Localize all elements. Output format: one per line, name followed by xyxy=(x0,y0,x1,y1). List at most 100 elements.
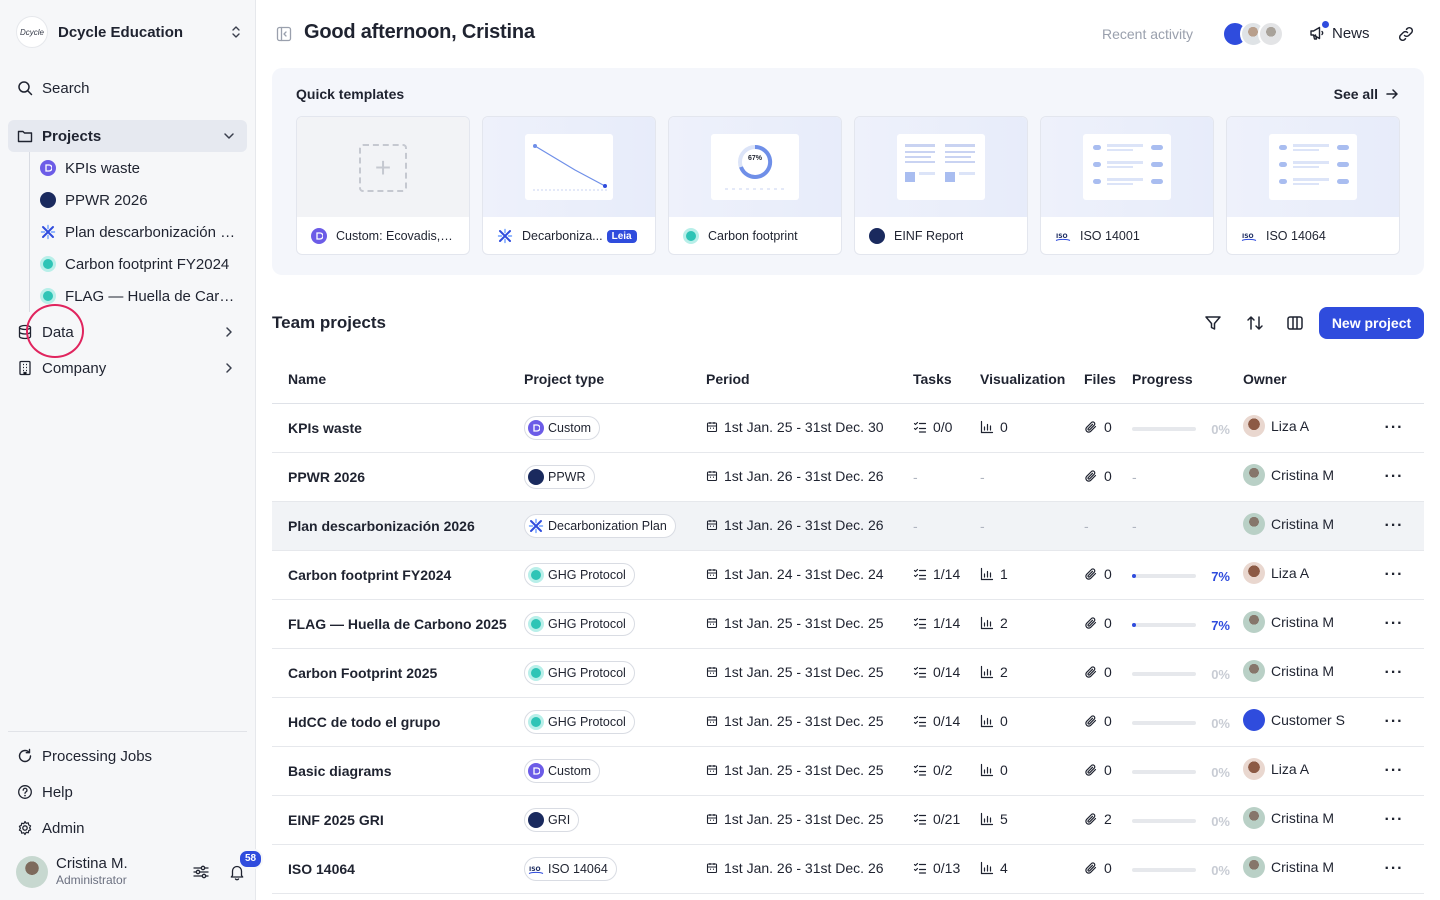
column-header-visualization[interactable]: Visualization xyxy=(980,356,1084,404)
sidebar-project-item[interactable]: FLAG — Huella de Carbono 2025 xyxy=(30,280,249,312)
project-name[interactable]: HdCC de todo el grupo xyxy=(272,697,524,747)
more-options-icon[interactable]: ··· xyxy=(1385,517,1404,534)
template-card[interactable]: ISO ISO 14064 xyxy=(1226,116,1400,255)
more-options-icon[interactable]: ··· xyxy=(1385,860,1404,877)
sidebar-item-data[interactable]: Data xyxy=(8,316,247,348)
column-header-project-type[interactable]: Project type xyxy=(524,356,706,404)
paperclip-icon xyxy=(1085,763,1097,776)
more-options-icon[interactable]: ··· xyxy=(1385,419,1404,436)
owner-cell: Liza A xyxy=(1243,403,1364,453)
progress-bar: 0% xyxy=(1132,863,1230,878)
donut-preview-label: 67% xyxy=(747,155,762,162)
template-card[interactable]: + Custom: Ecovadis, ... xyxy=(296,116,470,255)
project-name[interactable]: Plan descarbonización 2026 xyxy=(272,501,524,551)
column-header-tasks[interactable]: Tasks xyxy=(913,356,980,404)
sidebar-item-projects[interactable]: Projects xyxy=(8,120,247,152)
table-row[interactable]: Basic diagrams Custom 1st Jan. 25 - 31st D… xyxy=(272,746,1424,796)
more-options-icon[interactable]: ··· xyxy=(1385,762,1404,779)
project-type-cell: GRI xyxy=(524,795,706,845)
more-options-icon[interactable]: ··· xyxy=(1385,566,1404,583)
recent-activity-link[interactable]: Recent activity xyxy=(1102,26,1193,42)
more-options-icon[interactable]: ··· xyxy=(1385,468,1404,485)
checklist-preview xyxy=(1083,134,1171,200)
notifications-button[interactable]: 58 xyxy=(226,849,264,883)
collaborator-avatars[interactable] xyxy=(1222,21,1284,47)
sidebar-item-search[interactable]: Search xyxy=(8,72,247,104)
avatar xyxy=(1243,415,1265,437)
chevron-down-icon[interactable] xyxy=(221,128,237,144)
leia-tag: Leia xyxy=(606,229,637,243)
project-name[interactable]: ISO 14064 xyxy=(272,844,524,894)
checklist-icon xyxy=(913,617,927,629)
table-row[interactable]: Carbon footprint FY2024 GHG Protocol 1st J… xyxy=(272,550,1424,600)
template-card[interactable]: ISO ISO 14001 xyxy=(1040,116,1214,255)
sidebar-item-admin[interactable]: Admin xyxy=(8,812,247,844)
table-row[interactable]: ISO 14064 ISO ISO 14064 1st Jan. 26 - 31st … xyxy=(272,844,1424,894)
news-button[interactable]: News xyxy=(1308,21,1370,42)
iso-icon: ISO xyxy=(528,861,544,877)
chevron-right-icon[interactable] xyxy=(221,324,237,340)
project-type-cell: GHG Protocol xyxy=(524,648,706,698)
project-name[interactable]: EINF 2025 GRI xyxy=(272,795,524,845)
table-row[interactable]: EINF 2025 GRI GRI 1st Jan. 25 - 31st Dec. … xyxy=(272,795,1424,845)
column-header-files[interactable]: Files xyxy=(1084,356,1132,404)
more-options-icon[interactable]: ··· xyxy=(1385,664,1404,681)
project-name[interactable]: KPIs waste xyxy=(272,403,524,453)
sidebar-item-processing-jobs[interactable]: Processing Jobs xyxy=(8,740,247,772)
sidebar-project-item[interactable]: Carbon footprint FY2024 xyxy=(30,248,249,280)
more-options-icon[interactable]: ··· xyxy=(1385,811,1404,828)
columns-icon[interactable] xyxy=(1285,313,1305,333)
filter-icon[interactable] xyxy=(1203,313,1223,333)
tasks-cell: 0/2 xyxy=(913,746,980,796)
sort-icon[interactable] xyxy=(1245,313,1265,333)
iso-icon: ISO xyxy=(1055,228,1071,244)
template-card[interactable]: 67% Carbon footprint xyxy=(668,116,842,255)
sidebar-item-label: Help xyxy=(42,783,73,801)
link-icon[interactable] xyxy=(1397,25,1415,43)
avatar xyxy=(16,856,48,888)
paperclip-icon xyxy=(1085,469,1097,482)
more-options-icon[interactable]: ··· xyxy=(1385,713,1404,730)
project-name[interactable]: PPWR 2026 xyxy=(272,452,524,502)
table-row[interactable]: HdCC de todo el grupo GHG Protocol 1st Jan… xyxy=(272,697,1424,747)
sidebar-item-help[interactable]: Help xyxy=(8,776,247,808)
column-header-progress[interactable]: Progress xyxy=(1132,356,1243,404)
column-header-owner[interactable]: Owner xyxy=(1243,356,1364,404)
new-project-button[interactable]: New project xyxy=(1319,307,1424,339)
chevron-right-icon[interactable] xyxy=(221,360,237,376)
preferences-button[interactable] xyxy=(190,861,212,883)
column-header-name[interactable]: Name xyxy=(272,356,524,404)
user-profile[interactable]: Cristina M. Administrator 58 xyxy=(16,849,264,890)
visualization-value: 2 xyxy=(1000,663,1008,680)
paperclip-icon xyxy=(1085,567,1097,580)
sidebar-project-label: PPWR 2026 xyxy=(65,191,148,209)
sidebar-project-item[interactable]: Plan descarbonización 2026 xyxy=(30,216,249,248)
org-switcher[interactable]: Dcycle Dcycle Education xyxy=(16,14,244,50)
collapse-sidebar-icon[interactable] xyxy=(276,26,292,42)
sidebar-item-company[interactable]: Company xyxy=(8,352,247,384)
files-value: 0 xyxy=(1104,712,1112,729)
owner-name: Liza A xyxy=(1271,565,1310,581)
table-header-row: Name Project type Period Tasks Visualiza… xyxy=(272,356,1424,404)
project-name[interactable]: FLAG — Huella de Carbono 2025 xyxy=(272,599,524,649)
tasks-cell: 0/13 xyxy=(913,844,980,894)
sidebar-project-item[interactable]: PPWR 2026 xyxy=(30,184,249,216)
template-card[interactable]: EINF Report xyxy=(854,116,1028,255)
project-name[interactable]: Carbon footprint FY2024 xyxy=(272,550,524,600)
project-name[interactable]: Carbon Footprint 2025 xyxy=(272,648,524,698)
project-name[interactable]: Basic diagrams xyxy=(272,746,524,796)
see-all-link[interactable]: See all xyxy=(1334,86,1400,102)
user-name: Cristina M. xyxy=(56,855,128,872)
table-row[interactable]: Carbon Footprint 2025 GHG Protocol 1st Jan… xyxy=(272,648,1424,698)
table-row[interactable]: FLAG — Huella de Carbono 2025 GHG Protoco… xyxy=(272,599,1424,649)
more-options-icon[interactable]: ··· xyxy=(1385,615,1404,632)
sidebar-project-item[interactable]: KPIs waste xyxy=(30,152,249,184)
table-row[interactable]: PPWR 2026 PPWR 1st Jan. 26 - 31st Dec. 26 -… xyxy=(272,452,1424,502)
column-header-period[interactable]: Period xyxy=(706,356,913,404)
search-icon xyxy=(16,79,34,97)
avatar xyxy=(1243,709,1265,731)
template-card[interactable]: Decarboniza... Leia xyxy=(482,116,656,255)
table-row[interactable]: KPIs waste Custom 1st Jan. 25 - 31st Dec. … xyxy=(272,403,1424,453)
table-row[interactable]: Plan descarbonización 2026 Decarbonizatio… xyxy=(272,501,1424,551)
files-cell: 0 xyxy=(1084,648,1132,698)
